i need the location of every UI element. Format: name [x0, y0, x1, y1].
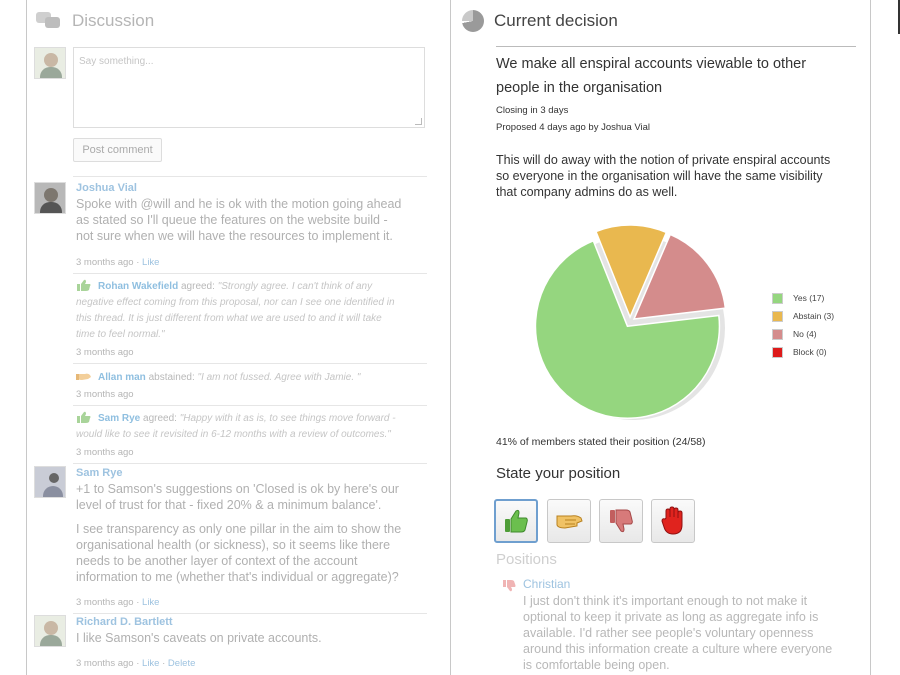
avatar [34, 466, 66, 498]
comment-time: 3 months ago [76, 257, 134, 268]
voter-name[interactable]: Allan man [98, 372, 146, 383]
post-comment-button[interactable]: Post comment [73, 138, 162, 162]
hand-sideways-icon [556, 515, 583, 529]
thumbs-up-icon [77, 279, 91, 291]
comment-time: 3 months ago [76, 597, 134, 608]
like-link[interactable]: Like [142, 257, 159, 268]
vote-activity: Sam Rye agreed: "Happy with it as is, to… [76, 411, 396, 440]
abstain-button[interactable] [547, 499, 591, 543]
thumbs-down-icon [503, 580, 516, 592]
comment-input[interactable]: Say something... [73, 47, 425, 128]
comment-author[interactable]: Joshua Vial [76, 182, 137, 194]
divider [73, 405, 427, 406]
divider [496, 46, 856, 47]
divider [73, 176, 427, 177]
divider [73, 363, 427, 364]
vote-time: 3 months ago [76, 447, 134, 458]
block-button[interactable] [651, 499, 695, 543]
positions-title: Positions [496, 551, 557, 568]
pie-slice-no [632, 233, 727, 320]
position-text: I just don't think it's important enough… [523, 594, 833, 672]
divider [73, 273, 427, 274]
legend-item-abstain: Abstain (3) [772, 307, 834, 325]
avatar [34, 182, 66, 214]
avatar [34, 615, 66, 647]
like-link[interactable]: Like [142, 658, 159, 669]
comment-meta: 3 months ago · Like · Delete [76, 658, 196, 669]
right-border [870, 0, 871, 675]
comment-input-placeholder: Say something... [79, 56, 154, 67]
position-author[interactable]: Christian [523, 577, 570, 591]
delete-link[interactable]: Delete [168, 658, 195, 669]
discussion-title: Discussion [72, 11, 155, 30]
decision-title: Current decision [494, 11, 618, 30]
divider [73, 613, 427, 614]
comment-text: Spoke with @will and he is ok with the m… [76, 197, 402, 243]
comment-meta: 3 months ago · Like [76, 257, 160, 268]
comment-text: I like Samson's caveats on private accou… [76, 631, 322, 645]
vote-time: 3 months ago [76, 389, 134, 400]
decision-header: Current decision [462, 10, 618, 32]
thumbs-down-icon [610, 509, 633, 533]
comment-meta: 3 months ago · Like [76, 597, 160, 608]
app-root: Discussion Say something... Post comment… [0, 0, 900, 675]
voter-name[interactable]: Sam Rye [98, 413, 140, 424]
voter-name[interactable]: Rohan Wakefield [98, 281, 178, 292]
proposal-title: We make all enspiral accounts viewable t… [496, 56, 807, 96]
stop-hand-icon [661, 506, 683, 535]
vote-activity: Allan man abstained: "I am not fussed. A… [76, 370, 430, 386]
closing-time: Closing in 3 days [496, 105, 569, 116]
pie-chart-icon [462, 10, 484, 32]
proposal-description: This will do away with the notion of pri… [496, 153, 831, 199]
comment-author[interactable]: Richard D. Bartlett [76, 616, 173, 628]
speech-bubbles-icon [36, 10, 62, 32]
discussion-header: Discussion [36, 10, 154, 32]
thumbs-up-icon [77, 411, 91, 423]
column-divider [450, 0, 451, 675]
pie-legend: Yes (17) Abstain (3) No (4) Block (0) [772, 289, 834, 361]
current-user-avatar [34, 47, 66, 79]
pie-slice-yes [534, 239, 721, 420]
vote-activity: Rohan Wakefield agreed: "Strongly agree.… [76, 279, 395, 340]
pie-shadow [541, 236, 725, 420]
thumbs-up-icon [505, 509, 528, 533]
legend-item-yes: Yes (17) [772, 289, 834, 307]
comment-author[interactable]: Sam Rye [76, 467, 122, 479]
hand-sideways-icon [76, 373, 91, 380]
state-position-title: State your position [496, 465, 621, 482]
like-link[interactable]: Like [142, 597, 159, 608]
vote-time: 3 months ago [76, 347, 134, 358]
resize-handle[interactable] [415, 118, 422, 125]
comment-time: 3 months ago [76, 658, 134, 669]
disagree-button[interactable] [599, 499, 643, 543]
divider [73, 463, 427, 464]
proposed-by: Proposed 4 days ago by Joshua Vial [496, 122, 651, 133]
legend-item-block: Block (0) [772, 343, 834, 361]
pie-slice-abstain [594, 224, 668, 319]
participation-stat: 41% of members stated their position (24… [496, 436, 706, 448]
agree-button[interactable] [494, 499, 538, 543]
left-border [26, 0, 27, 675]
comment-text: +1 to Samson's suggestions on 'Closed is… [76, 482, 402, 584]
legend-item-no: No (4) [772, 325, 834, 343]
